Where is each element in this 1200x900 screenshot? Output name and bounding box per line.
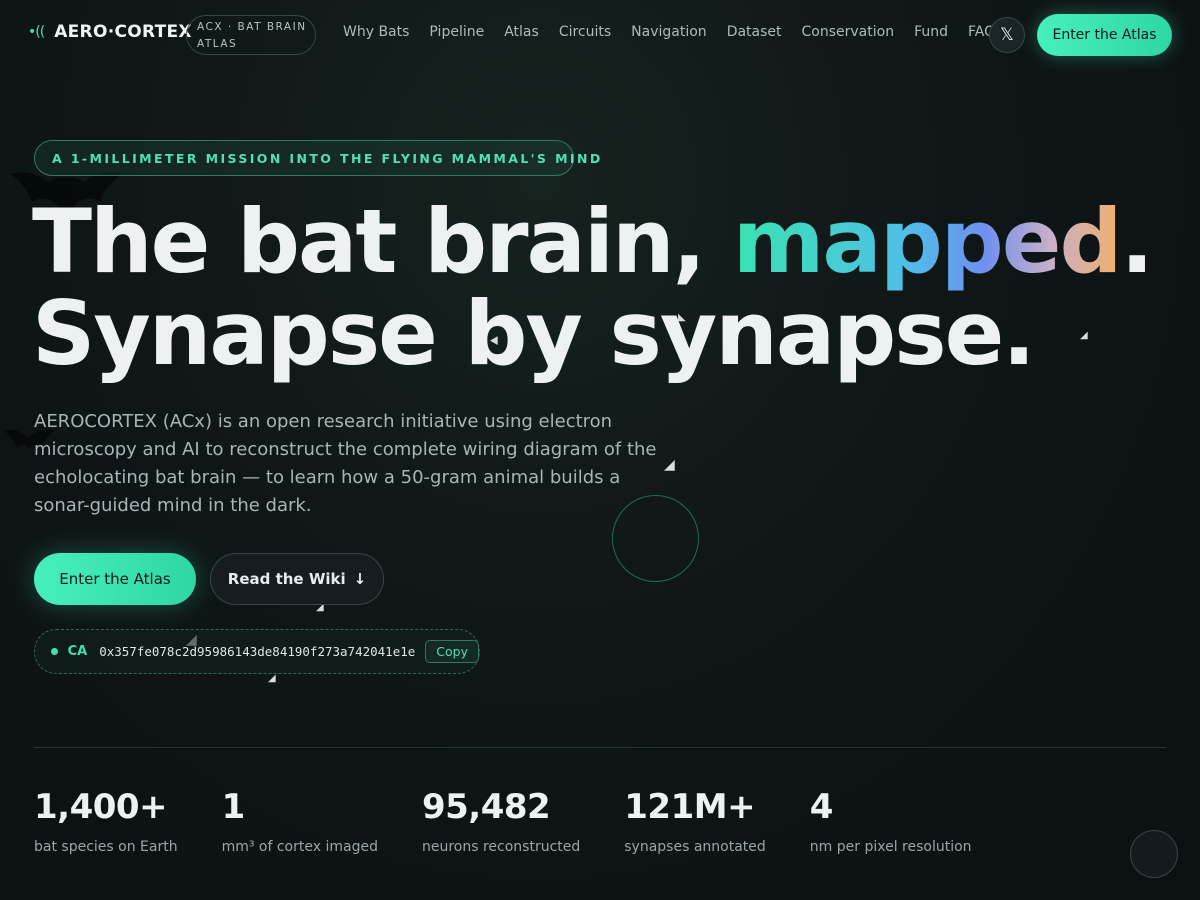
nav-item-dataset[interactable]: Dataset xyxy=(727,24,782,40)
nav-item-navigation[interactable]: Navigation xyxy=(631,24,707,40)
stat-item: 121M+ synapses annotated xyxy=(624,786,766,855)
nav-item-why-bats[interactable]: Why Bats xyxy=(343,24,409,40)
main-nav: Why Bats Pipeline Atlas Circuits Navigat… xyxy=(343,24,1015,40)
nav-item-conservation[interactable]: Conservation xyxy=(802,24,895,40)
brand-name: AERO·CORTEX xyxy=(54,22,192,42)
nav-item-circuits[interactable]: Circuits xyxy=(559,24,611,40)
hero-title-line2: Synapse by synapse. xyxy=(32,282,1036,385)
copy-button[interactable]: Copy xyxy=(425,640,479,663)
hero-description: AEROCORTEX (ACx) is an open research ini… xyxy=(34,411,657,516)
stat-label: neurons reconstructed xyxy=(421,839,581,855)
nav-item-pipeline[interactable]: Pipeline xyxy=(429,24,484,40)
contract-address: 0x357fe078c2d95986143de84190f273a742041e… xyxy=(99,644,416,659)
stat-item: 4 nm per pixel resolution xyxy=(810,786,972,855)
stat-value: 4 xyxy=(809,787,834,827)
sonar-icon: •(( xyxy=(28,24,45,40)
hero-eyebrow: A 1-MILLIMETER MISSION INTO THE FLYING M… xyxy=(34,140,600,176)
stat-label: nm per pixel resolution xyxy=(809,839,972,855)
flying-bat-icon: ◢ xyxy=(268,673,276,684)
enter-atlas-header-button[interactable]: Enter the Atlas xyxy=(1037,14,1172,56)
read-wiki-button[interactable]: Read the Wiki ↓ xyxy=(210,553,384,605)
logo[interactable]: •(( AERO·CORTEX xyxy=(28,22,192,42)
stat-value: 95,482 xyxy=(421,787,551,827)
read-wiki-label: Read the Wiki xyxy=(227,570,346,588)
stat-label: synapses annotated xyxy=(624,839,766,855)
hero-title: The bat brain, mapped. Synapse by synaps… xyxy=(32,196,1154,380)
contract-address-box: CA 0x357fe078c2d95986143de84190f273a7420… xyxy=(34,629,480,674)
stat-label: bat species on Earth xyxy=(34,839,178,855)
nav-item-atlas[interactable]: Atlas xyxy=(504,24,539,40)
hero-title-line1: The bat brain, mapped. xyxy=(32,190,1154,293)
stat-item: 1,400+ bat species on Earth xyxy=(34,786,178,855)
brand-tag: ACX · BAT BRAIN ATLAS xyxy=(186,15,316,55)
stats-row: 1,400+ bat species on Earth 1 mm³ of cor… xyxy=(34,786,972,855)
hero-title-highlight: mapped xyxy=(732,190,1123,293)
floating-action-button[interactable] xyxy=(1130,830,1178,878)
divider xyxy=(34,747,1166,748)
contract-label: CA xyxy=(67,644,88,659)
site-header: •(( AERO·CORTEX ACX · BAT BRAIN ATLAS Wh… xyxy=(0,0,1200,68)
hero-title-post: . xyxy=(1120,190,1153,293)
stat-item: 1 mm³ of cortex imaged xyxy=(222,786,378,855)
nav-item-fund[interactable]: Fund xyxy=(914,24,948,40)
status-dot xyxy=(51,648,58,655)
x-icon: 𝕏 xyxy=(1000,25,1014,45)
stat-value: 121M+ xyxy=(624,787,756,827)
stat-value: 1,400+ xyxy=(34,787,168,827)
x-social-button[interactable]: 𝕏 xyxy=(989,17,1025,53)
enter-atlas-button[interactable]: Enter the Atlas xyxy=(34,553,196,605)
stat-value: 1 xyxy=(221,787,246,827)
hero-title-pre: The bat brain, xyxy=(32,190,733,293)
stat-label: mm³ of cortex imaged xyxy=(221,839,378,855)
stat-item: 95,482 neurons reconstructed xyxy=(422,786,580,855)
arrow-down-icon: ↓ xyxy=(353,570,367,588)
